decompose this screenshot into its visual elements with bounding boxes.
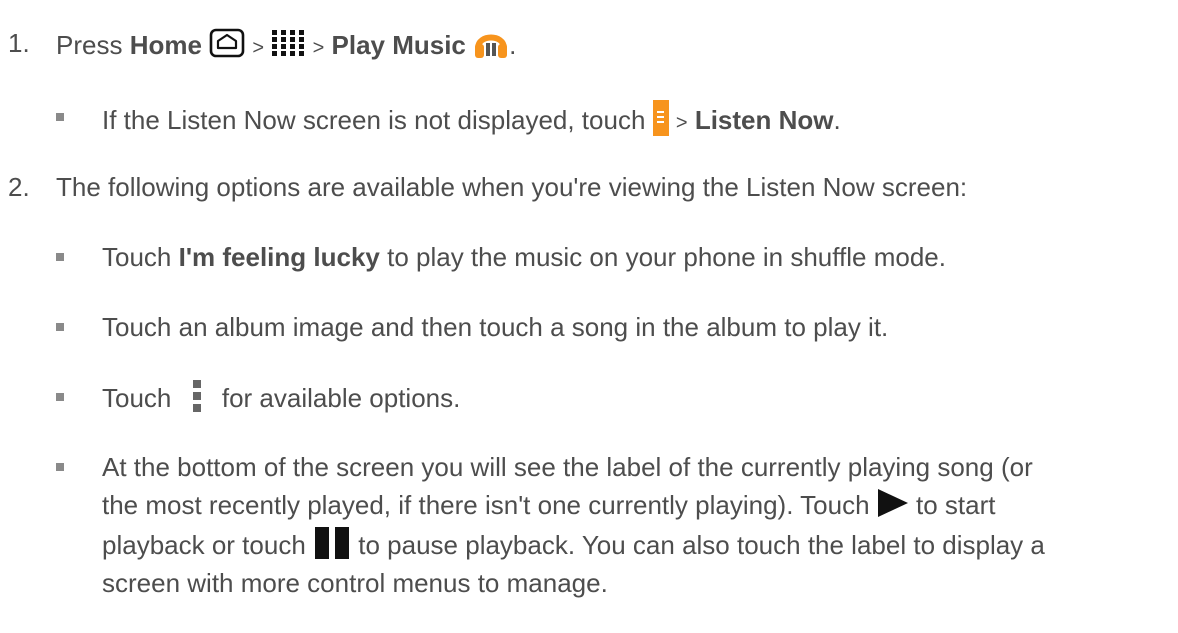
pause-icon [313, 526, 351, 568]
bullet-text: If the Listen Now screen is not displaye… [102, 104, 646, 135]
feeling-lucky-label: I'm feeling lucky [178, 242, 380, 272]
period: . [509, 29, 517, 60]
bullet-text: Touch [102, 242, 172, 272]
bullet-text: to pause playback. You can also touch th… [358, 529, 1045, 560]
listen-now-label: Listen Now [694, 104, 834, 135]
step-number: 2. [8, 172, 30, 202]
step-text: Press [56, 29, 123, 60]
bullet-text: the most recently played, if there isn't… [102, 490, 870, 520]
bullet-text: Touch an album image and then touch a so… [102, 312, 889, 342]
bullet-marker [56, 253, 64, 261]
separator: > [675, 111, 688, 134]
step-text: The following options are available when… [56, 172, 968, 202]
bullet-marker [56, 323, 64, 331]
home-label: Home [129, 29, 202, 60]
bullet-text: to start [916, 490, 996, 520]
overflow-menu-icon [192, 380, 201, 420]
play-icon [877, 488, 909, 526]
bullet-line: At the bottom of the screen you will see… [102, 452, 1033, 482]
step-2-bullet-4: At the bottom of the screen you will see… [0, 450, 1178, 620]
play-music-headphones-icon [473, 26, 509, 68]
bullet-content: Touch I'm feeling lucky to play the musi… [102, 240, 946, 274]
separator: > [252, 36, 265, 59]
bullet-content: Touch for available options. [102, 380, 460, 420]
separator: > [312, 36, 325, 59]
bullet-text: Touch [102, 382, 172, 413]
step-1-content: Press Home > > Play Music . [56, 26, 516, 68]
bullet-marker [56, 393, 64, 401]
bullet-marker [56, 463, 64, 471]
bullet-text: playback or touch [102, 529, 306, 560]
bullet-text: for available options. [221, 382, 461, 413]
bullet-line: the most recently played, if there isn't… [102, 488, 996, 526]
bullet-line: screen with more control menus to manage… [102, 568, 608, 598]
bullet-text: to play the music on your phone in shuff… [387, 242, 946, 272]
bullet-marker [56, 113, 64, 121]
bullet-content: If the Listen Now screen is not displaye… [102, 100, 841, 144]
menu-tab-icon [652, 100, 669, 144]
play-music-label: Play Music [331, 29, 466, 60]
step-number: 1. [8, 28, 30, 58]
bullet-line: playback or touch to pause playback. You… [102, 526, 1045, 568]
apps-grid-icon [271, 28, 305, 66]
home-icon [209, 28, 245, 66]
period: . [833, 104, 841, 135]
